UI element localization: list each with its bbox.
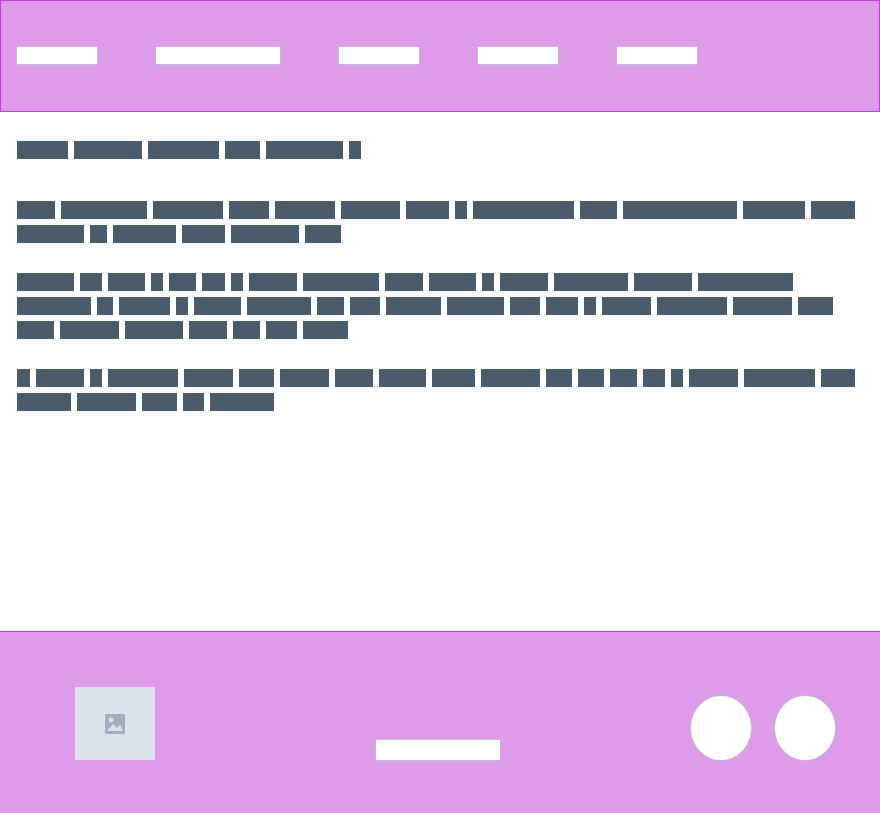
main-content [0,112,880,630]
nav-item-5[interactable] [616,46,698,65]
nav-item-4[interactable] [477,46,559,65]
circle-button-2[interactable] [774,695,836,761]
site-header [0,0,880,112]
site-footer [0,631,880,813]
footer-link[interactable] [375,739,501,761]
nav-item-2[interactable] [155,46,281,65]
nav-item-3[interactable] [338,46,420,65]
image-placeholder [75,687,155,760]
image-icon [105,713,125,734]
nav-item-1[interactable] [16,46,98,65]
circle-button-1[interactable] [690,695,752,761]
